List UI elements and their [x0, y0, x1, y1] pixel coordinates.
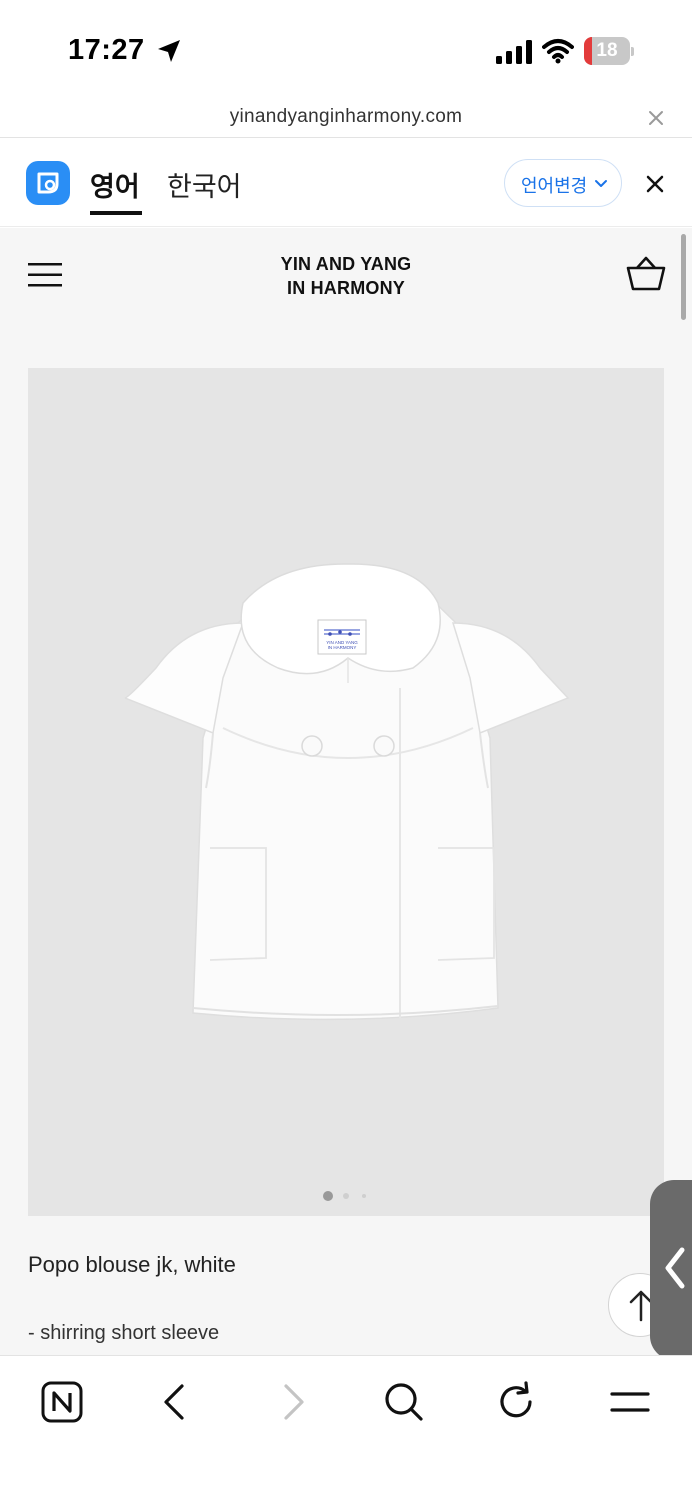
chevron-down-icon [595, 180, 607, 187]
location-arrow-icon [158, 40, 180, 62]
brand-line-2: IN HARMONY [287, 278, 405, 298]
carousel-dot[interactable] [343, 1193, 349, 1199]
close-icon[interactable] [646, 108, 666, 128]
label-text-2: IN HARMONY [328, 645, 357, 650]
product-name: Popo blouse jk, white [28, 1252, 236, 1277]
menu-icon[interactable] [606, 1378, 654, 1426]
tab-korean[interactable]: 한국어 [167, 165, 242, 204]
close-translate-icon[interactable] [645, 174, 665, 194]
forward-icon[interactable] [268, 1378, 316, 1426]
naver-n-icon[interactable] [38, 1378, 86, 1426]
side-panel-handle[interactable] [650, 1180, 692, 1360]
carousel-indicator [323, 1191, 366, 1201]
url-bar[interactable]: yinandyanginharmony.com [0, 100, 692, 138]
page-scrollbar[interactable] [681, 234, 686, 320]
active-tab-indicator [90, 211, 142, 215]
hamburger-menu-icon[interactable] [28, 262, 62, 288]
battery-level: 18 [596, 40, 618, 61]
tab-english[interactable]: 영어 [90, 165, 140, 204]
url-text[interactable]: yinandyanginharmony.com [0, 106, 692, 128]
product-image[interactable]: YIN AND YANG IN HARMONY [28, 368, 664, 1216]
carousel-dot[interactable] [323, 1191, 333, 1201]
status-time: 17:27 [68, 34, 145, 66]
status-bar: 17:27 18 [0, 0, 692, 100]
translate-bar: 영어 한국어 언어변경 [0, 139, 692, 227]
carousel-dot[interactable] [362, 1194, 366, 1198]
signal-icon [496, 40, 532, 64]
brand-logo[interactable]: YIN AND YANG IN HARMONY [246, 252, 446, 300]
search-icon[interactable] [380, 1378, 428, 1426]
wifi-icon [542, 39, 574, 64]
browser-toolbar [0, 1355, 692, 1500]
back-icon[interactable] [152, 1378, 200, 1426]
refresh-icon[interactable] [492, 1378, 540, 1426]
shopping-basket-icon[interactable] [626, 256, 666, 292]
battery-icon: 18 [584, 37, 634, 65]
blouse-photo: YIN AND YANG IN HARMONY [124, 563, 570, 1021]
product-description: - shirring short sleeve [28, 1322, 220, 1344]
change-language-label: 언어변경 [521, 176, 588, 196]
change-language-button[interactable]: 언어변경 [504, 159, 622, 207]
chevron-left-icon [665, 1247, 685, 1289]
brand-line-1: YIN AND YANG [280, 254, 412, 274]
translate-logo-icon [26, 161, 70, 205]
